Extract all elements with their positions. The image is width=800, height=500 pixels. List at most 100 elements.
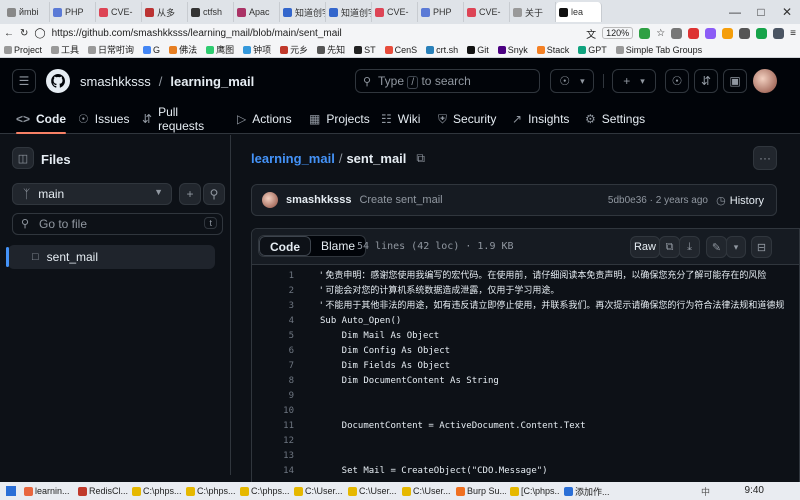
bookmark-item[interactable]: 钟项 bbox=[243, 43, 271, 56]
bookmark-item[interactable]: Simple Tab Groups bbox=[615, 45, 702, 55]
browser-tab[interactable]: 知道创宇 bbox=[326, 2, 372, 22]
taskbar-item[interactable]: C:\User... bbox=[402, 486, 452, 496]
pull-requests-button[interactable]: ⇵ bbox=[694, 69, 718, 93]
browser-tab[interactable]: Apac bbox=[234, 2, 280, 22]
taskbar-item[interactable]: C:\User... bbox=[294, 486, 344, 496]
tab-issues[interactable]: ☉ Issues bbox=[78, 108, 129, 130]
collapse-tree-button[interactable]: ◫ bbox=[12, 147, 34, 169]
history-button[interactable]: ◷ History bbox=[716, 194, 764, 208]
github-logo-icon[interactable] bbox=[46, 69, 70, 93]
bookmark-item[interactable]: Snyk bbox=[497, 45, 528, 55]
bookmark-item[interactable]: 鹰图 bbox=[206, 43, 234, 56]
line-number[interactable]: 9 bbox=[252, 389, 294, 404]
search-files-button[interactable]: ⚲ bbox=[203, 183, 225, 205]
minimize-icon[interactable]: — bbox=[722, 5, 748, 19]
go-to-file-input[interactable]: ⚲ Go to file t bbox=[12, 213, 223, 235]
line-number[interactable]: 13 bbox=[252, 449, 294, 464]
taskbar-item[interactable]: C:\phps... bbox=[240, 486, 290, 496]
commit-author-avatar[interactable] bbox=[262, 192, 278, 208]
symbols-panel-button[interactable]: ⊟ bbox=[751, 236, 772, 258]
browser-tab[interactable]: CVE- bbox=[464, 2, 510, 22]
tab-actions[interactable]: ▷ Actions bbox=[237, 108, 292, 130]
taskbar-item[interactable]: C:\phps... bbox=[186, 486, 236, 496]
star-icon[interactable]: ☆ bbox=[656, 28, 665, 39]
taskbar-item[interactable]: C:\User... bbox=[348, 486, 398, 496]
zoom-level[interactable]: 120% bbox=[602, 27, 634, 39]
owner-link[interactable]: smashkksss bbox=[80, 74, 151, 89]
browser-tab[interactable]: 知道创宇 bbox=[280, 2, 326, 22]
copilot-button[interactable]: ☉ ▾ bbox=[550, 69, 594, 93]
pocket-icon[interactable] bbox=[671, 27, 683, 39]
taskbar-item[interactable]: Burp Su... bbox=[456, 486, 506, 496]
browser-tab[interactable]: PHP bbox=[50, 2, 96, 22]
tab-projects[interactable]: ▦ Projects bbox=[309, 108, 370, 130]
reload-icon[interactable]: ↻ bbox=[20, 28, 28, 39]
bookmark-item[interactable]: 元乡 bbox=[280, 43, 308, 56]
bookmark-item[interactable]: 工具 bbox=[51, 43, 79, 56]
copy-raw-button[interactable]: ⧉ bbox=[659, 236, 680, 258]
tree-file-item[interactable]: □ sent_mail bbox=[6, 245, 215, 269]
tab-settings[interactable]: ⚙ Settings bbox=[585, 108, 645, 130]
back-icon[interactable]: ← bbox=[4, 28, 14, 39]
tab-wiki[interactable]: ☷ Wiki bbox=[381, 108, 420, 130]
bookmark-item[interactable]: ST bbox=[354, 45, 376, 55]
commit-message[interactable]: Create sent_mail bbox=[359, 194, 442, 206]
tab-insights[interactable]: ↗ Insights bbox=[512, 108, 569, 130]
browser-tab[interactable]: 关于 bbox=[510, 2, 556, 22]
extension-icon[interactable] bbox=[705, 27, 717, 39]
taskbar-item[interactable]: RedisCl... bbox=[78, 486, 128, 496]
line-number[interactable]: 7 bbox=[252, 359, 294, 374]
close-icon[interactable]: ✕ bbox=[774, 5, 800, 19]
edit-button[interactable]: ✎ bbox=[706, 236, 727, 258]
bookmark-item[interactable]: 先知 bbox=[317, 43, 345, 56]
tab-pull-requests[interactable]: ⇵ Pull requests bbox=[142, 105, 204, 133]
line-number[interactable]: 1 bbox=[252, 269, 294, 284]
tray-language[interactable]: 中 bbox=[701, 485, 710, 498]
bookmark-item[interactable]: crt.sh bbox=[426, 45, 458, 55]
bookmark-item[interactable]: CenS bbox=[384, 45, 417, 55]
extension-icon[interactable] bbox=[639, 27, 651, 39]
browser-tab[interactable]: PHP bbox=[418, 2, 464, 22]
line-number[interactable]: 6 bbox=[252, 344, 294, 359]
tab-code[interactable]: <> Code bbox=[16, 108, 67, 134]
line-number[interactable]: 12 bbox=[252, 434, 294, 449]
taskbar-item[interactable]: learnin... bbox=[24, 486, 74, 496]
browser-tab[interactable]: 从多 bbox=[142, 2, 188, 22]
more-options-button[interactable]: ··· bbox=[753, 146, 777, 170]
line-number[interactable]: 2 bbox=[252, 284, 294, 299]
line-number[interactable]: 5 bbox=[252, 329, 294, 344]
user-avatar[interactable] bbox=[753, 69, 777, 93]
bookmark-item[interactable]: G bbox=[143, 45, 160, 55]
copy-path-icon[interactable]: ⧉ bbox=[416, 151, 425, 166]
browser-tab[interactable]: ctfsh bbox=[188, 2, 234, 22]
url-field[interactable]: https://github.com/smashkksss/learning_m… bbox=[52, 28, 342, 39]
extension-icon[interactable] bbox=[722, 27, 734, 39]
taskbar-item[interactable]: C:\phps... bbox=[132, 486, 182, 496]
tab-security[interactable]: ⛨ Security bbox=[438, 108, 496, 130]
raw-button[interactable]: Raw bbox=[630, 236, 660, 258]
issues-button[interactable]: ☉ bbox=[665, 69, 689, 93]
bookmark-item[interactable]: 日常咑询 bbox=[88, 43, 134, 56]
commit-author[interactable]: smashkksss bbox=[286, 194, 351, 206]
line-number[interactable]: 3 bbox=[252, 299, 294, 314]
line-number[interactable]: 14 bbox=[252, 464, 294, 479]
extension-icon[interactable] bbox=[739, 27, 751, 39]
line-number[interactable]: 8 bbox=[252, 374, 294, 389]
inbox-button[interactable]: ▣ bbox=[723, 69, 747, 93]
code-view-button[interactable]: Code bbox=[259, 236, 311, 256]
taskbar-item[interactable]: 添加作... bbox=[564, 485, 614, 498]
browser-tab[interactable]: CVE- bbox=[96, 2, 142, 22]
browser-tab-active[interactable]: lea bbox=[556, 2, 602, 22]
browser-tab[interactable]: CVE- bbox=[372, 2, 418, 22]
taskbar-item[interactable]: [C:\phps... bbox=[510, 486, 560, 496]
line-number[interactable]: 11 bbox=[252, 419, 294, 434]
extension-icon[interactable] bbox=[756, 27, 768, 39]
commit-sha[interactable]: 5db0e36 · 2 years ago bbox=[608, 195, 708, 206]
line-number[interactable]: 4 bbox=[252, 314, 294, 329]
bookmark-item[interactable]: 佛法 bbox=[169, 43, 197, 56]
maximize-icon[interactable]: □ bbox=[748, 5, 774, 19]
bookmark-item[interactable]: Stack bbox=[536, 45, 569, 55]
branch-selector[interactable]: ᛉ main ▼ bbox=[12, 183, 172, 205]
edit-options-button[interactable]: ▾ bbox=[726, 236, 746, 258]
bookmark-item[interactable]: Git bbox=[467, 45, 489, 55]
